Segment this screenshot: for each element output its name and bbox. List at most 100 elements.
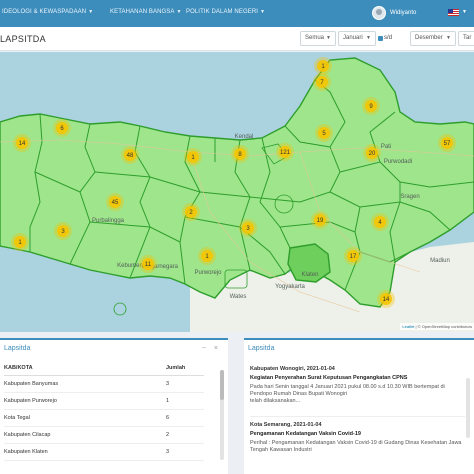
nav-ketahanan-label: KETAHANAN BANGSA: [110, 9, 175, 15]
cluster-marker[interactable]: 5: [315, 124, 333, 142]
row-name: Kota Tegal: [4, 409, 166, 427]
year-select[interactable]: Tar: [458, 31, 474, 46]
calendar-icon: [378, 36, 383, 41]
cluster-marker[interactable]: 8: [231, 145, 249, 163]
cluster-marker[interactable]: 121: [276, 143, 294, 161]
username[interactable]: Widiyanto: [390, 10, 416, 16]
cluster-marker[interactable]: 1: [11, 233, 29, 251]
cluster-marker[interactable]: 1: [314, 57, 332, 75]
place-label-madiun: Madiun: [430, 258, 450, 264]
news-item[interactable]: Kabupaten Wonogiri, 2021-01-04 Kegiatan …: [250, 366, 465, 405]
cluster-marker[interactable]: 14: [377, 290, 395, 308]
table-row[interactable]: Kabupaten Banyumas 3: [4, 375, 204, 393]
place-label-yogyakarta: Yogyakarta: [275, 284, 305, 290]
caret-down-icon[interactable]: ▼: [462, 9, 467, 15]
nav-ideologi[interactable]: IDEOLOGI & KEWASPADAAN ▼: [2, 9, 93, 15]
avatar[interactable]: [372, 6, 386, 20]
user-menu[interactable]: Widiyanto ▼: [370, 0, 474, 27]
cluster-marker[interactable]: 6: [53, 119, 71, 137]
cluster-marker[interactable]: 2: [182, 203, 200, 221]
marker-count-label: 14: [383, 297, 390, 303]
news-excerpt-more: telah dilaksanakan...: [250, 398, 301, 404]
cluster-marker[interactable]: 17: [344, 247, 362, 265]
nav-politik-label: POLITIK DALAM NEGERI: [186, 9, 259, 15]
news-scrollbar[interactable]: [466, 378, 470, 438]
marker-count-label: 11: [145, 262, 152, 268]
map-canvas[interactable]: Pati Kendal Purwodadi Purbalingga Banjar…: [0, 52, 474, 332]
table-row[interactable]: Kabupaten Klaten 3: [4, 443, 204, 461]
cluster-marker[interactable]: 48: [121, 146, 139, 164]
caret-down-icon: ▼: [176, 9, 182, 15]
cluster-marker[interactable]: 14: [13, 134, 31, 152]
map[interactable]: Pati Kendal Purwodadi Purbalingga Banjar…: [0, 52, 474, 332]
caret-down-icon: ▼: [446, 35, 451, 41]
cluster-marker[interactable]: 45: [106, 193, 124, 211]
caret-down-icon: ▼: [88, 9, 94, 15]
scope-select-value: Semua: [305, 35, 325, 41]
row-count: 2: [166, 426, 204, 444]
year-select-value: Tar: [463, 35, 472, 41]
place-label-wates: Wates: [230, 294, 247, 300]
marker-count-label: 121: [280, 150, 291, 156]
cluster-marker[interactable]: 3: [239, 219, 257, 237]
place-label-kebumen: Kebumen: [117, 263, 143, 269]
range-separator: s/d: [384, 35, 393, 41]
cluster-marker[interactable]: 57: [438, 134, 456, 152]
cluster-marker[interactable]: 11: [139, 255, 157, 273]
nav-ketahanan[interactable]: KETAHANAN BANGSA ▼: [110, 9, 182, 15]
left-panel: Lapsitda − × KAB/KOTA Jumlah Kabupaten B…: [0, 338, 228, 474]
marker-count-label: 48: [127, 153, 134, 159]
news-excerpt: Pada hari Senin tanggal 4 Januari 2021 p…: [250, 384, 445, 397]
close-icon[interactable]: ×: [214, 345, 218, 352]
row-name: Kabupaten Cilacap: [4, 426, 166, 444]
left-panel-title: Lapsitda: [4, 345, 31, 352]
row-count: 6: [166, 409, 204, 427]
place-label-purwodadi: Purwodadi: [384, 159, 412, 165]
row-count: 3: [166, 443, 204, 461]
cluster-marker[interactable]: 1: [184, 148, 202, 166]
news-headline[interactable]: Pengamanan Kedatangan Vaksin Covid-19: [250, 431, 465, 437]
marker-count-label: 57: [444, 141, 451, 147]
caret-down-icon: ▼: [326, 35, 331, 41]
month-from-value: Januari: [343, 35, 363, 41]
table-row[interactable]: Kabupaten Purworejo 1: [4, 392, 204, 410]
row-name: Kabupaten Purworejo: [4, 392, 166, 410]
month-to-select[interactable]: Desember ▼: [410, 31, 456, 46]
table-row[interactable]: Kota Tegal 6: [4, 409, 204, 427]
cluster-marker[interactable]: 4: [371, 213, 389, 231]
osm-attribution: | © OpenStreetMap contributors: [415, 324, 472, 329]
flag-icon[interactable]: [448, 9, 459, 16]
cluster-marker[interactable]: 1: [198, 247, 216, 265]
col-header-kab[interactable]: KAB/KOTA: [4, 362, 166, 376]
news-headline[interactable]: Kegiatan Penyerahan Surat Keputusan Peng…: [250, 375, 465, 381]
cluster-marker[interactable]: 19: [311, 211, 329, 229]
place-label-sragen: Sragen: [400, 194, 419, 200]
cluster-marker[interactable]: 7: [313, 73, 331, 91]
minimize-icon[interactable]: −: [202, 345, 206, 352]
month-from-select[interactable]: Januari ▼: [338, 31, 376, 46]
leaflet-link[interactable]: Leaflet: [402, 324, 414, 329]
cluster-marker[interactable]: 9: [362, 97, 380, 115]
row-count: 3: [166, 375, 204, 393]
news-item[interactable]: Kota Semarang, 2021-01-04 Pengamanan Ked…: [250, 422, 465, 454]
cluster-marker[interactable]: 20: [363, 144, 381, 162]
news-meta: Kota Semarang, 2021-01-04: [250, 422, 322, 428]
nav-politik[interactable]: POLITIK DALAM NEGERI ▼: [186, 9, 265, 15]
panel-tools: − ×: [196, 345, 218, 352]
right-panel-title: Lapsitda: [248, 345, 275, 352]
right-panel: Lapsitda Kabupaten Wonogiri, 2021-01-04 …: [244, 338, 474, 474]
month-to-value: Desember: [415, 35, 443, 41]
kab-count-table: KAB/KOTA Jumlah Kabupaten Banyumas 3 Kabu…: [4, 362, 204, 461]
nav-ideologi-label: IDEOLOGI & KEWASPADAAN: [2, 9, 87, 15]
place-label-purbalingga: Purbalingga: [92, 218, 125, 224]
caret-down-icon: ▼: [366, 35, 371, 41]
table-row[interactable]: Kabupaten Cilacap 2: [4, 426, 204, 444]
marker-count-label: 45: [112, 200, 119, 206]
scope-select[interactable]: Semua ▼: [300, 31, 336, 46]
table-scrollbar[interactable]: [220, 370, 224, 460]
table-header-row: KAB/KOTA Jumlah: [4, 362, 204, 376]
col-header-jumlah[interactable]: Jumlah: [166, 362, 204, 376]
cluster-marker[interactable]: 3: [54, 222, 72, 240]
place-label-kendal: Kendal: [235, 134, 254, 140]
row-count: 1: [166, 392, 204, 410]
